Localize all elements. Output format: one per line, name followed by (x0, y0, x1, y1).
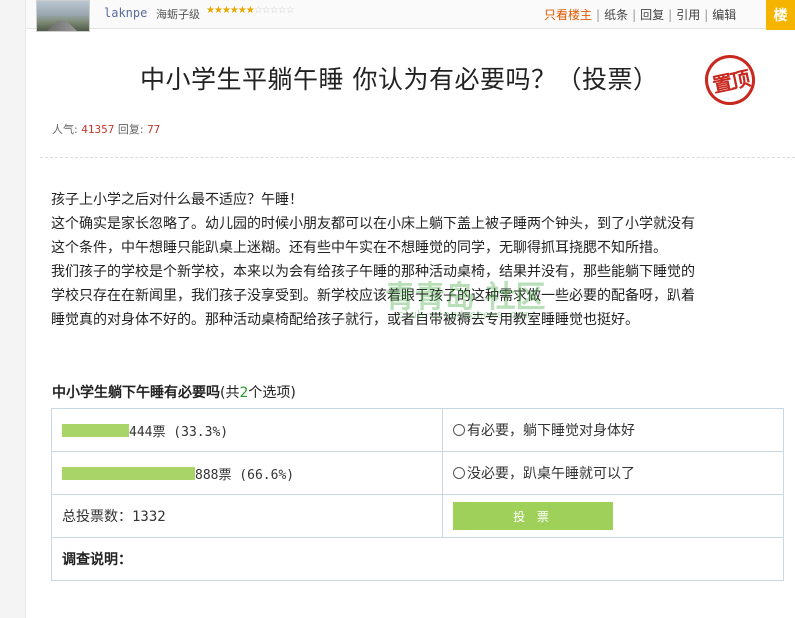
radio-button[interactable] (453, 424, 465, 436)
body-paragraph: 这个确实是家长忽略了。幼儿园的时候小朋友都可以在小床上躺下盖上被子睡两个钟头，到… (51, 216, 695, 232)
body-paragraph: 我们孩子的学校是个新学校，本来以为会有给孩子午睡的那种活动桌椅，结果并没有，那些… (51, 264, 695, 280)
body-paragraph: 睡觉真的对身体不好的。那种活动桌椅配给孩子就行，或者自带被褥去专用教室睡睡觉也挺… (51, 312, 639, 328)
total-votes: 1332 (132, 509, 166, 525)
poll-option[interactable]: 有必要，躺下睡觉对身体好 (453, 420, 783, 440)
star-filled-icon: ★ (245, 5, 255, 16)
star-empty-icon: ☆ (253, 5, 263, 16)
result-bar-wrap: 888票 (66.6%) (52, 464, 442, 483)
vote-cell: 投 票 (442, 494, 784, 538)
reply-link[interactable]: 回复 (640, 8, 664, 22)
star-empty-icon: ☆ (261, 5, 271, 16)
star-empty-icon: ☆ (285, 5, 295, 16)
body-paragraph: 学校只存在在新闻里，我们孩子没享受到。新学校应该着眼于孩子的这种需求做一些必要的… (51, 288, 695, 304)
star-filled-icon: ★ (229, 5, 239, 16)
note-link[interactable]: 纸条 (604, 8, 628, 22)
result-bar-wrap: 444票 (33.3%) (52, 421, 442, 440)
only-op-link[interactable]: 只看楼主 (544, 8, 592, 22)
star-empty-icon: ☆ (277, 5, 287, 16)
replies-label: 回复: (117, 123, 144, 136)
replies-count: 77 (147, 123, 161, 136)
avatar-road (47, 21, 77, 31)
option-cell: 有必要，躺下睡觉对身体好 (442, 408, 784, 452)
body-paragraph: 这个条件，中午想睡只能趴桌上迷糊。还有些中午实在不想睡觉的同学，无聊得抓耳挠腮不… (51, 240, 667, 256)
option-cell: 没必要，趴桌午睡就可以了 (442, 451, 784, 495)
user-rank: 海蛎子级 (156, 8, 200, 21)
poll-count-prefix: (共 (220, 385, 240, 401)
poll-total-row: 总投票数：1332 投 票 (51, 494, 784, 538)
page-title: 中小学生平躺午睡 你认为有必要吗？（投票） (140, 65, 659, 94)
result-cell: 888票 (66.6%) (51, 451, 443, 495)
star-filled-icon: ★ (213, 5, 223, 16)
option-label: 没必要，趴桌午睡就可以了 (467, 466, 635, 482)
result-bar (62, 466, 195, 480)
result-text: 888票 (66.6%) (195, 467, 295, 483)
edit-link[interactable]: 编辑 (712, 8, 736, 22)
poll-option-row: 444票 (33.3%) 有必要，躺下睡觉对身体好 (51, 408, 784, 452)
divider (40, 157, 795, 158)
star-empty-icon: ☆ (269, 5, 279, 16)
pinned-stamp-icon: 置顶 (700, 50, 760, 110)
popularity-count: 41357 (81, 123, 115, 136)
popularity-label: 人气: (52, 123, 78, 136)
description-label: 调查说明： (51, 537, 784, 581)
body-paragraph: 孩子上小学之后对什么最不适应？午睡！ (51, 192, 303, 208)
quote-link[interactable]: 引用 (676, 8, 700, 22)
left-gutter (0, 0, 26, 618)
post-actions: 只看楼主 | 纸条 | 回复 | 引用 | 编辑 (544, 6, 736, 23)
username[interactable]: laknpe (104, 6, 147, 20)
result-text: 444票 (33.3%) (129, 424, 229, 440)
option-label: 有必要，躺下睡觉对身体好 (467, 423, 635, 439)
radio-button[interactable] (453, 467, 465, 479)
poll-question: 中小学生躺下午睡有必要吗 (52, 385, 220, 401)
floor-badge: 楼 (766, 0, 795, 30)
separator: | (632, 8, 637, 22)
result-bar (62, 423, 129, 437)
poll-description-row: 调查说明： (51, 537, 784, 581)
total-label: 总投票数： (62, 509, 132, 525)
separator: | (668, 8, 673, 22)
vote-button[interactable]: 投 票 (453, 502, 613, 530)
poll-count-suffix: 个选项) (248, 385, 296, 401)
poll-option-row: 888票 (66.6%) 没必要，趴桌午睡就可以了 (51, 451, 784, 495)
result-cell: 444票 (33.3%) (51, 408, 443, 452)
separator: | (596, 8, 601, 22)
star-filled-icon: ★ (237, 5, 247, 16)
post-meta: 人气: 41357 回复: 77 (52, 121, 160, 137)
post-body: 孩子上小学之后对什么最不适应？午睡！ 这个确实是家长忽略了。幼儿园的时候小朋友都… (51, 188, 795, 332)
star-filled-icon: ★ (221, 5, 231, 16)
star-filled-icon: ★ (206, 5, 215, 16)
separator: | (704, 8, 709, 22)
user-avatar[interactable] (36, 0, 90, 32)
poll-option[interactable]: 没必要，趴桌午睡就可以了 (453, 463, 783, 483)
total-cell: 总投票数：1332 (51, 494, 443, 538)
rank-stars: ★★★★★★☆☆☆☆☆ (206, 5, 295, 16)
poll-table: 444票 (33.3%) 有必要，躺下睡觉对身体好 888票 (66.6%) 没… (51, 408, 784, 581)
poll-title: 中小学生躺下午睡有必要吗(共2个选项) (52, 382, 296, 402)
